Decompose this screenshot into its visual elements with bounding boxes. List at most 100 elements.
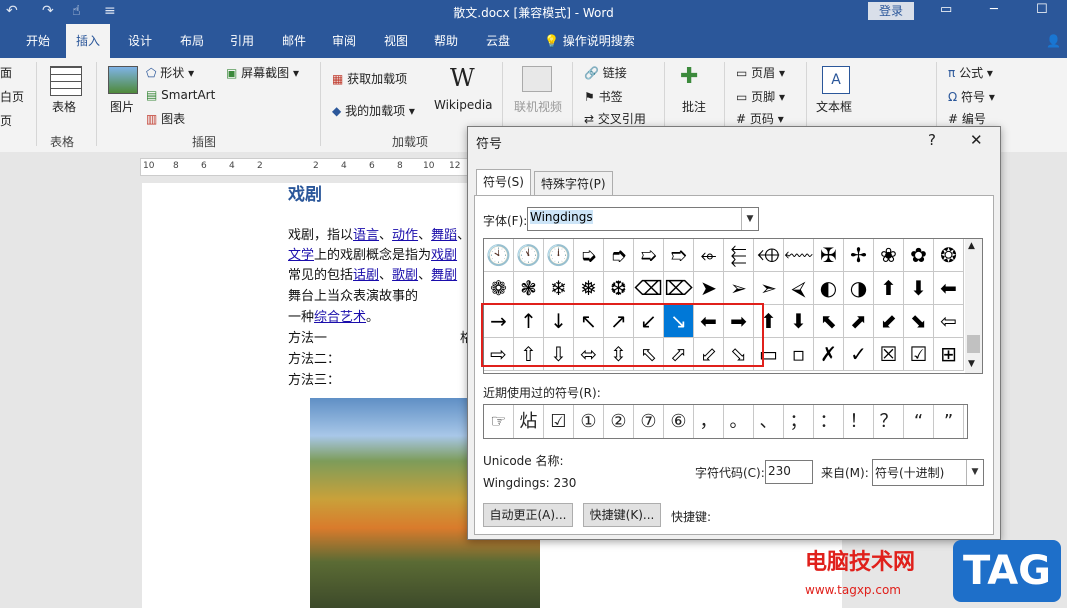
symbol-cell[interactable]: ❂ — [934, 239, 964, 272]
tab-layout[interactable]: 布局 — [170, 24, 214, 58]
symbol-cell[interactable]: ⊞ — [934, 338, 964, 371]
char-code-input[interactable]: 230 — [765, 460, 813, 484]
recent-symbol-cell[interactable]: 、 — [754, 405, 784, 438]
ribbon-display-icon[interactable]: ▭ — [940, 2, 952, 17]
symbol-cell[interactable]: ⬋ — [874, 305, 904, 338]
symbol-cell[interactable]: ⬇ — [904, 272, 934, 305]
symbol-cell[interactable]: ⬄ — [574, 338, 604, 371]
hyperlink[interactable]: 动作 — [392, 228, 418, 243]
from-select[interactable]: 符号(十进制) ▼ — [872, 459, 984, 486]
recent-symbol-cell[interactable]: 。 — [724, 405, 754, 438]
online-video-button[interactable]: 联机视频 — [514, 98, 562, 115]
minimize-icon[interactable]: ─ — [990, 2, 998, 17]
page-number-button[interactable]: # 页码 ▾ — [736, 110, 784, 127]
tab-special-characters[interactable]: 特殊字符(P) — [534, 171, 613, 196]
textbox-button[interactable]: 文本框 — [816, 98, 852, 115]
tab-review[interactable]: 审阅 — [322, 24, 366, 58]
recent-symbol-cell[interactable]: ？ — [874, 405, 904, 438]
hyperlink[interactable]: 综合艺术 — [314, 310, 366, 325]
maximize-icon[interactable]: ☐ — [1036, 2, 1048, 17]
crossref-button[interactable]: ⇄ 交叉引用 — [584, 110, 646, 127]
symbol-cell[interactable]: ❄ — [544, 272, 574, 305]
symbol-cell[interactable]: ✢ — [844, 239, 874, 272]
recent-symbol-cell[interactable]: ： — [814, 405, 844, 438]
bookmark-button[interactable]: ⚑ 书签 — [584, 88, 623, 105]
symbol-cell[interactable]: ❀ — [874, 239, 904, 272]
table-button[interactable]: 表格 — [52, 98, 76, 115]
symbol-cell[interactable]: ➤ — [694, 272, 724, 305]
symbol-cell[interactable]: ➭ — [574, 239, 604, 272]
recent-symbol-cell[interactable]: 炶 — [514, 405, 544, 438]
symbol-cell[interactable]: ➢ — [724, 272, 754, 305]
symbol-cell[interactable]: ➱ — [664, 239, 694, 272]
shortcut-key-button[interactable]: 快捷键(K)... — [583, 503, 661, 527]
hyperlink[interactable]: 文学 — [288, 248, 314, 263]
tab-mailings[interactable]: 邮件 — [272, 24, 316, 58]
symbol-cell[interactable]: 🕚 — [514, 239, 544, 272]
symbol-cell[interactable]: ⇨ — [484, 338, 514, 371]
symbol-cell[interactable]: ↓ — [544, 305, 574, 338]
symbol-cell[interactable]: ⬱ — [724, 239, 754, 272]
symbol-cell[interactable]: ⬅ — [934, 272, 964, 305]
recent-symbol-cell[interactable]: “ — [904, 405, 934, 438]
login-button[interactable]: 登录 — [868, 2, 914, 20]
blank-page-button[interactable]: 白页 — [0, 88, 24, 105]
tell-me-search[interactable]: 💡 操作说明搜索 — [534, 24, 645, 58]
symbol-cell[interactable]: ◑ — [844, 272, 874, 305]
screenshot-button[interactable]: ▣ 屏幕截图 ▾ — [226, 64, 299, 81]
symbol-cell[interactable]: ⬲ — [754, 239, 784, 272]
chart-button[interactable]: ▥ 图表 — [146, 110, 185, 127]
tab-view[interactable]: 视图 — [374, 24, 418, 58]
symbol-cell[interactable]: ☑ — [904, 338, 934, 371]
symbol-cell[interactable]: ➮ — [604, 239, 634, 272]
recent-symbol-cell[interactable]: ； — [784, 405, 814, 438]
picture-button[interactable]: 图片 — [110, 98, 134, 115]
tab-insert[interactable]: 插入 — [66, 24, 111, 58]
symbol-cell[interactable]: ⌫ — [634, 272, 664, 305]
comment-button[interactable]: 批注 — [682, 98, 706, 115]
hyperlink[interactable]: 舞剧 — [431, 268, 457, 283]
symbol-cell[interactable]: ❁ — [484, 272, 514, 305]
recent-symbol-cell[interactable]: ① — [574, 405, 604, 438]
scroll-down-icon[interactable]: ▼ — [968, 359, 975, 369]
symbol-cell[interactable]: ❅ — [574, 272, 604, 305]
symbol-cell[interactable]: ☒ — [874, 338, 904, 371]
symbol-cell[interactable]: ➯ — [634, 239, 664, 272]
shapes-button[interactable]: ⬠ 形状 ▾ — [146, 64, 194, 81]
hyperlink[interactable]: 歌剧 — [392, 268, 418, 283]
link-button[interactable]: 🔗 链接 — [584, 64, 627, 81]
help-icon[interactable]: ? — [928, 131, 936, 149]
symbol-grid-scrollbar[interactable]: ▲ ▼ — [965, 238, 983, 374]
tab-references[interactable]: 引用 — [220, 24, 264, 58]
close-icon[interactable]: ✕ — [970, 131, 983, 149]
symbol-cell[interactable]: ↙ — [634, 305, 664, 338]
symbol-cell[interactable]: ⬳ — [784, 239, 814, 272]
symbol-cell[interactable]: ⌦ — [664, 272, 694, 305]
chevron-down-icon[interactable]: ▼ — [741, 208, 758, 230]
cover-page-button[interactable]: 面 — [0, 64, 12, 81]
number-button[interactable]: # 编号 — [948, 110, 986, 127]
symbol-cell[interactable]: ⬊ — [904, 305, 934, 338]
symbol-cell[interactable]: ➣ — [754, 272, 784, 305]
tab-help[interactable]: 帮助 — [424, 24, 468, 58]
symbol-cell[interactable]: ⬆ — [874, 272, 904, 305]
symbol-cell[interactable]: ▭ — [754, 338, 784, 371]
page-break-button[interactable]: 页 — [0, 112, 12, 129]
symbol-cell[interactable]: ◐ — [814, 272, 844, 305]
symbol-cell[interactable]: ⇧ — [514, 338, 544, 371]
symbol-cell[interactable]: ⬃ — [694, 338, 724, 371]
symbol-cell[interactable]: ⬇ — [784, 305, 814, 338]
recent-symbol-cell[interactable]: ” — [934, 405, 964, 438]
get-addins-button[interactable]: ▦ 获取加载项 — [332, 70, 407, 87]
font-select[interactable]: Wingdings ▼ — [527, 207, 759, 231]
share-button[interactable]: 👤共 — [1036, 24, 1067, 82]
autocorrect-button[interactable]: 自动更正(A)... — [483, 503, 573, 527]
recent-symbol-cell[interactable]: ② — [604, 405, 634, 438]
tab-design[interactable]: 设计 — [118, 24, 162, 58]
hyperlink[interactable]: 舞蹈 — [431, 228, 457, 243]
footer-button[interactable]: ▭ 页脚 ▾ — [736, 88, 785, 105]
symbol-cell[interactable]: ↗ — [604, 305, 634, 338]
symbol-cell[interactable]: ⬆ — [754, 305, 784, 338]
symbol-grid[interactable]: 🕙 🕚 🕛 ➭ ➮ ➯ ➱ ⬰ ⬱ ⬲ ⬳ ✠ ✢ ❀ ✿ ❂ ❁ ❃ ❄ ❅ ❆ ⌫ ⌦ ➤ ➢ ➣ ⮘ ◐ ◑ ⬆ ⬇ ⬅ → ↑ ↓ ↖ ↗ ↙ ↘ ⬅… — [483, 238, 967, 374]
symbol-button[interactable]: Ω 符号 ▾ — [948, 88, 995, 105]
